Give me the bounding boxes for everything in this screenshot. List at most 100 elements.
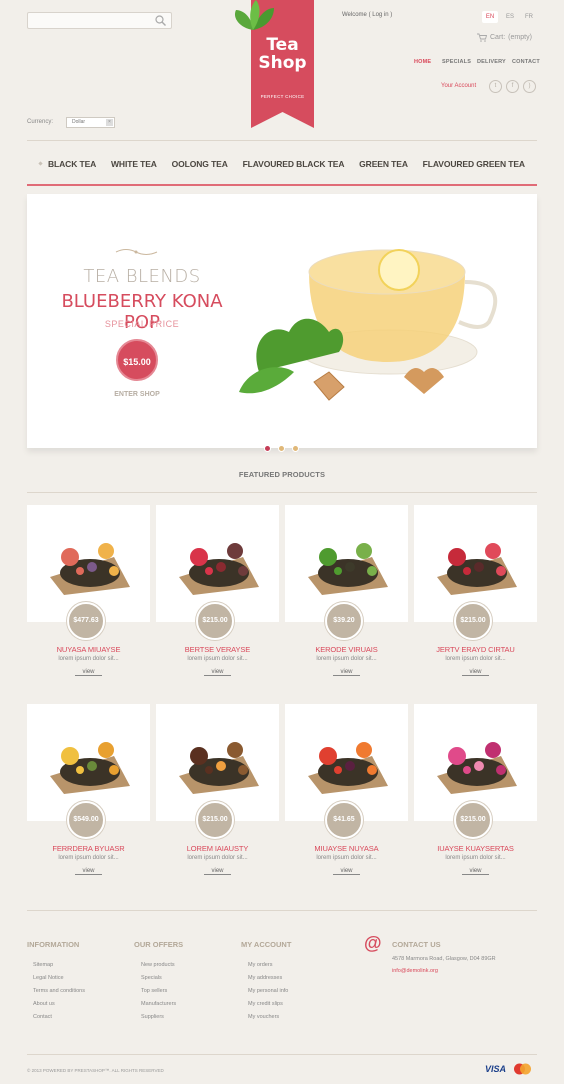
footer-link-information[interactable]: Terms and conditions	[33, 988, 85, 994]
currency-label: Currency:	[27, 119, 54, 125]
footer-link-information[interactable]: Legal Notice	[33, 975, 64, 981]
view-link[interactable]: view	[333, 669, 360, 676]
product-name[interactable]: BERTSE VERAYSE	[156, 645, 279, 654]
price-badge: $41.65	[325, 801, 363, 839]
divider	[27, 1054, 537, 1055]
logo-tagline: PERFECT CHOICE	[260, 94, 305, 99]
nav-specials[interactable]: SPECIALS	[442, 59, 471, 65]
product-card[interactable]: $477.63 NUYASA MIUAYSE lorem ipsum dolor…	[27, 505, 150, 695]
price-badge: $39.20	[325, 602, 363, 640]
product-card[interactable]: $41.65 MIUAYSE NUYASA lorem ipsum dolor …	[285, 704, 408, 894]
footer-link-information[interactable]: Contact	[33, 1014, 52, 1020]
product-description: lorem ipsum dolor sit...	[316, 855, 377, 861]
nav-delivery[interactable]: DELIVERY	[477, 59, 506, 65]
footer-offers-title: OUR OFFERS	[134, 940, 184, 949]
menu-oolong-tea[interactable]: OOLONG TEA	[172, 159, 228, 169]
menu-white-tea[interactable]: WHITE TEA	[111, 159, 157, 169]
footer-account-title: MY ACCOUNT	[241, 940, 292, 949]
facebook-icon[interactable]: f	[506, 80, 519, 93]
menu-green-tea[interactable]: GREEN TEA	[359, 159, 408, 169]
footer-link-account[interactable]: My orders	[248, 962, 272, 968]
view-link[interactable]: view	[333, 868, 360, 875]
slide-price-badge: $15.00	[116, 339, 158, 381]
hero-slider[interactable]: TEA BLENDS BLUEBERRY KONA POP SPECIAL PR…	[27, 194, 537, 452]
cart-label: Cart:	[490, 34, 506, 41]
product-name[interactable]: KERODE VIRUAIS	[285, 645, 408, 654]
menu-flavoured-green-tea[interactable]: FLAVOURED GREEN TEA	[423, 159, 525, 169]
product-name[interactable]: NUYASA MIUAYSE	[27, 645, 150, 654]
view-link[interactable]: view	[75, 669, 102, 676]
search-icon[interactable]	[154, 14, 167, 27]
slider-dot-2[interactable]	[278, 445, 285, 452]
enter-shop-link[interactable]: ENTER SHOP	[107, 391, 167, 398]
footer-link-information[interactable]: About us	[33, 1001, 55, 1007]
product-name[interactable]: MIUAYSE NUYASA	[285, 844, 408, 853]
product-card[interactable]: $215.00 JERTV ERAYD CIRTAU lorem ipsum d…	[414, 505, 537, 695]
product-card[interactable]: $215.00 IUAYSE KUAYSERTAS lorem ipsum do…	[414, 704, 537, 894]
menu-black-tea[interactable]: BLACK TEA	[38, 159, 96, 169]
product-card[interactable]: $39.20 KERODE VIRUAIS lorem ipsum dolor …	[285, 505, 408, 695]
currency-select[interactable]: Dollar ×	[66, 117, 115, 128]
menu-underline	[27, 184, 537, 186]
slider-dot-3[interactable]	[292, 445, 299, 452]
product-image	[50, 742, 130, 794]
at-icon: @	[364, 933, 382, 953]
divider	[27, 492, 537, 493]
product-name[interactable]: IUAYSE KUAYSERTAS	[414, 844, 537, 853]
product-image	[179, 742, 259, 794]
product-description: lorem ipsum dolor sit...	[316, 656, 377, 662]
footer-link-offers[interactable]: Top sellers	[141, 988, 167, 994]
product-description: lorem ipsum dolor sit...	[445, 656, 506, 662]
product-card[interactable]: $549.00 FERRDERA BYUASR lorem ipsum dolo…	[27, 704, 150, 894]
lang-en[interactable]: EN	[482, 11, 498, 23]
product-image	[308, 742, 388, 794]
lang-es[interactable]: ES	[502, 11, 518, 23]
category-menu: BLACK TEA WHITE TEA OOLONG TEA FLAVOURED…	[27, 144, 537, 183]
footer-link-account[interactable]: My addresses	[248, 975, 282, 981]
view-link[interactable]: view	[462, 868, 489, 875]
rss-icon[interactable]: )	[523, 80, 536, 93]
product-card[interactable]: $215.00 BERTSE VERAYSE lorem ipsum dolor…	[156, 505, 279, 695]
cart-link[interactable]: Cart: (empty)	[477, 33, 532, 42]
product-image	[179, 543, 259, 595]
view-link[interactable]: view	[204, 868, 231, 875]
footer-link-account[interactable]: My vouchers	[248, 1014, 279, 1020]
nav-contact[interactable]: CONTACT	[512, 59, 540, 65]
bullet-icon	[38, 161, 43, 166]
slider-dot-1[interactable]	[264, 445, 271, 452]
footer-link-account[interactable]: My credit slips	[248, 1001, 283, 1007]
mastercard-icon	[514, 1063, 531, 1075]
price-badge: $549.00	[67, 801, 105, 839]
your-account-link[interactable]: Your Account	[441, 83, 476, 89]
price-badge: $215.00	[196, 801, 234, 839]
contact-email[interactable]: info@demolink.org	[392, 968, 438, 974]
footer-link-account[interactable]: My personal info	[248, 988, 288, 994]
product-description: lorem ipsum dolor sit...	[58, 855, 119, 861]
lang-fr[interactable]: FR	[521, 11, 537, 23]
logo-text[interactable]: Tea Shop	[251, 36, 314, 72]
twitter-icon[interactable]: t	[489, 80, 502, 93]
product-description: lorem ipsum dolor sit...	[187, 855, 248, 861]
footer-information-title: INFORMATION	[27, 940, 80, 949]
product-card[interactable]: $215.00 LOREM IAIAUSTY lorem ipsum dolor…	[156, 704, 279, 894]
footer-contact-title: CONTACT US	[392, 940, 441, 949]
price-badge: $477.63	[67, 602, 105, 640]
product-name[interactable]: JERTV ERAYD CIRTAU	[414, 645, 537, 654]
nav-home[interactable]: HOME	[414, 59, 431, 65]
slide-subtitle: SPECIAL PRICE	[104, 319, 180, 329]
menu-flavoured-black-tea[interactable]: FLAVOURED BLACK TEA	[243, 159, 345, 169]
product-name[interactable]: LOREM IAIAUSTY	[156, 844, 279, 853]
footer-link-offers[interactable]: New products	[141, 962, 175, 968]
view-link[interactable]: view	[462, 669, 489, 676]
tea-cup-image	[239, 249, 498, 401]
search-input[interactable]	[27, 12, 172, 29]
view-link[interactable]: view	[75, 868, 102, 875]
footer-link-offers[interactable]: Manufacturers	[141, 1001, 176, 1007]
login-link[interactable]: Log in	[372, 12, 388, 18]
footer-link-offers[interactable]: Specials	[141, 975, 162, 981]
product-name[interactable]: FERRDERA BYUASR	[27, 844, 150, 853]
footer-link-offers[interactable]: Suppliers	[141, 1014, 164, 1020]
view-link[interactable]: view	[204, 669, 231, 676]
copyright-text: © 2013 POWERED BY PRESTASHOP™. ALL RIGHT…	[27, 1068, 164, 1073]
footer-link-information[interactable]: Sitemap	[33, 962, 53, 968]
